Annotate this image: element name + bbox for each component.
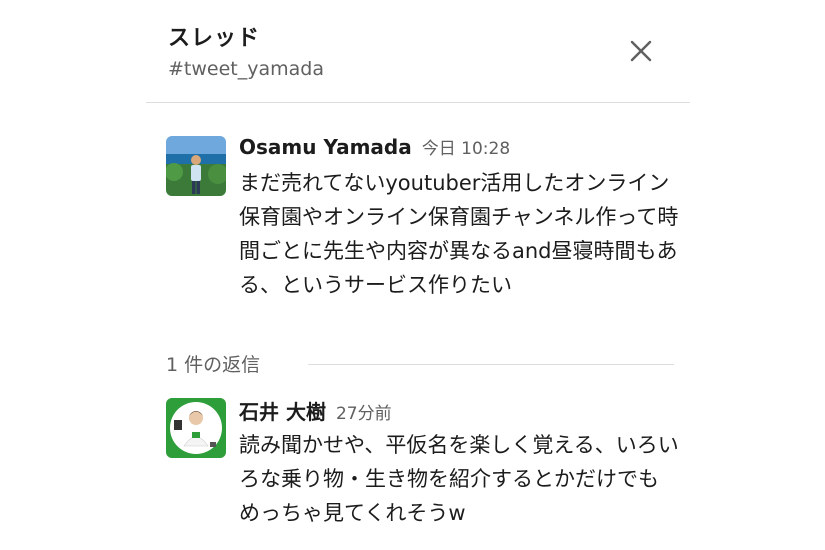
avatar[interactable] <box>166 136 226 196</box>
close-icon <box>630 40 652 62</box>
message-meta: Osamu Yamada 今日 10:28 <box>239 134 679 162</box>
divider-line <box>308 364 674 365</box>
close-button[interactable] <box>626 36 656 66</box>
reply-divider: 1 件の返信 <box>166 350 674 376</box>
channel-name[interactable]: #tweet_yamada <box>168 58 324 80</box>
avatar[interactable] <box>166 398 226 458</box>
timestamp[interactable]: 27分前 <box>336 404 392 424</box>
reply-count: 1 件の返信 <box>166 354 261 376</box>
message-meta: 石井 大樹 27分前 <box>239 396 679 424</box>
thread-title: スレッド <box>168 26 261 51</box>
message-body: Osamu Yamada 今日 10:28 まだ売れてないyoutuber活用した… <box>239 134 679 302</box>
thread-panel: スレッド #tweet_yamada Osamu Yamada 今日 10:28… <box>146 0 690 550</box>
avatar-photo <box>166 136 226 196</box>
message-text: まだ売れてないyoutuber活用したオンライン保育園やオンライン保育園チャンネ… <box>239 171 679 297</box>
message-body: 石井 大樹 27分前 読み聞かせや、平仮名を楽しく覚える、いろいろな乗り物・生き物… <box>239 396 679 530</box>
author-name[interactable]: Osamu Yamada <box>239 135 412 159</box>
author-name[interactable]: 石井 大樹 <box>239 400 326 424</box>
message-text: 読み聞かせや、平仮名を楽しく覚える、いろいろな乗り物・生き物を紹介するとかだけで… <box>239 433 679 525</box>
thread-header: スレッド #tweet_yamada <box>146 0 690 103</box>
avatar-photo <box>166 398 226 458</box>
timestamp[interactable]: 今日 10:28 <box>422 139 510 159</box>
